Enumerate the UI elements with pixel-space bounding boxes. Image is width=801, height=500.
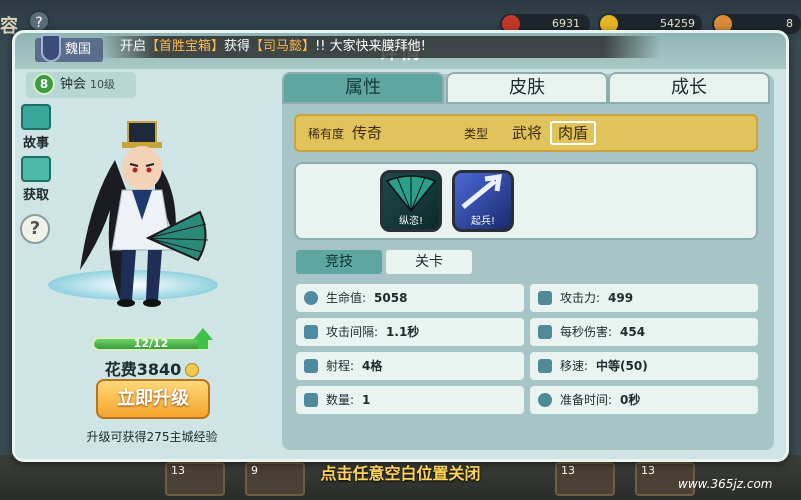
- stat-row: 移速: 中等(50): [530, 352, 758, 380]
- stat-value: 1.1秒: [386, 325, 420, 339]
- tab-attributes[interactable]: 属性: [282, 72, 444, 104]
- obtain-button[interactable]: 获取: [16, 156, 56, 203]
- stat-label: 攻击间隔:: [326, 325, 379, 339]
- upgrade-cost-text: 花费3840: [104, 360, 182, 379]
- marquee-prefix: 开启: [120, 39, 147, 54]
- boot-icon: [538, 359, 552, 373]
- clock-icon: [538, 393, 552, 407]
- stat-value: 454: [620, 325, 646, 339]
- stat-label: 准备时间:: [560, 393, 613, 407]
- stat-value: 中等(50): [596, 359, 648, 373]
- heart-icon: [304, 291, 318, 305]
- stat-label: 每秒伤害:: [560, 325, 613, 339]
- shield-icon: [41, 34, 61, 62]
- hero-level-text: 10级: [90, 78, 116, 91]
- stat-row: 生命值: 5058: [296, 284, 524, 312]
- stat-label: 射程:: [326, 359, 355, 373]
- skill-name: 起兵!: [470, 216, 495, 227]
- marquee-item1: 【首胜宝箱】: [146, 39, 225, 54]
- upgrade-now-button[interactable]: 立即升级: [96, 379, 210, 419]
- stat-label: 移速:: [560, 359, 589, 373]
- story-label: 故事: [22, 136, 49, 151]
- stat-value: 1: [362, 393, 371, 407]
- hero-portrait: [80, 121, 209, 307]
- rarity-bar: 稀有度 传奇 类型 武将 肉盾: [294, 114, 758, 152]
- stat-row: 射程: 4格: [296, 352, 524, 380]
- book-icon: [21, 104, 51, 130]
- stat-value: 499: [608, 291, 634, 305]
- stat-row: 数量: 1: [296, 386, 524, 414]
- bow-icon: [304, 359, 318, 373]
- marquee-middle: 获得: [224, 39, 251, 54]
- stat-value: 4格: [362, 359, 383, 373]
- help-button[interactable]: ?: [20, 214, 50, 244]
- stat-label: 攻击力:: [560, 291, 601, 305]
- role-tag: 肉盾: [550, 121, 597, 145]
- skill-slot[interactable]: 纵恣!: [380, 170, 442, 232]
- stat-value: 5058: [374, 291, 408, 305]
- subtab-arena[interactable]: 竞技: [296, 250, 382, 274]
- stat-row: 准备时间: 0秒: [530, 386, 758, 414]
- group-icon: [304, 393, 318, 407]
- tab-skins[interactable]: 皮肤: [446, 72, 608, 104]
- skills-box: 纵恣! 起兵!: [294, 162, 758, 240]
- subtab-stage[interactable]: 关卡: [386, 250, 472, 274]
- background-help-button[interactable]: ?: [28, 10, 50, 32]
- arrow-icon: [461, 174, 502, 209]
- resource-food-value: 8: [786, 17, 793, 30]
- type-value: 武将: [512, 124, 543, 142]
- type-label: 类型: [464, 127, 489, 141]
- upgrade-arrow-stem: [198, 339, 208, 349]
- kingdom-label: 魏国: [35, 34, 104, 62]
- announcement-marquee: 开启【首胜宝箱】获得【司马懿】!! 大家快来膜拜他!: [100, 36, 660, 58]
- stat-value: 0秒: [620, 393, 641, 407]
- stat-row: 攻击力: 499: [530, 284, 758, 312]
- cards-icon: [21, 156, 51, 182]
- marquee-suffix: !! 大家快来膜拜他!: [315, 39, 426, 54]
- fan-icon: [385, 175, 437, 213]
- tab-growth[interactable]: 成长: [608, 72, 770, 104]
- hero-level-badge: 8: [33, 73, 55, 95]
- sword-icon: [538, 291, 552, 305]
- rarity-label: 稀有度: [308, 127, 345, 141]
- lightning-icon: [538, 325, 552, 339]
- coin-icon: [185, 363, 200, 377]
- detail-tabs: 属性 皮肤 成长: [282, 72, 774, 104]
- resource-gems-value: 6931: [552, 17, 580, 30]
- story-button[interactable]: 故事: [16, 104, 56, 151]
- rarity-value: 传奇: [352, 124, 383, 142]
- upgrade-hint: 升级可获得275主城经验: [86, 430, 218, 444]
- resource-gold-value: 54259: [660, 17, 695, 30]
- watermark: www.365jz.com: [678, 477, 773, 491]
- kingdom-name: 魏国: [65, 42, 92, 57]
- hourglass-icon: [304, 325, 318, 339]
- upgrade-cost: 花费3840: [82, 356, 222, 380]
- exp-text: 12/12: [133, 337, 169, 350]
- obtain-label: 获取: [22, 188, 49, 203]
- stat-row: 攻击间隔: 1.1秒: [296, 318, 524, 346]
- skill-slot[interactable]: 起兵!: [452, 170, 514, 232]
- hero-name: 钟会: [60, 77, 87, 92]
- marquee-item2: 【司马懿】: [250, 39, 316, 54]
- stat-label: 数量:: [326, 393, 355, 407]
- stat-row: 每秒伤害: 454: [530, 318, 758, 346]
- stat-label: 生命值:: [326, 291, 367, 305]
- skill-name: 纵恣!: [398, 216, 423, 227]
